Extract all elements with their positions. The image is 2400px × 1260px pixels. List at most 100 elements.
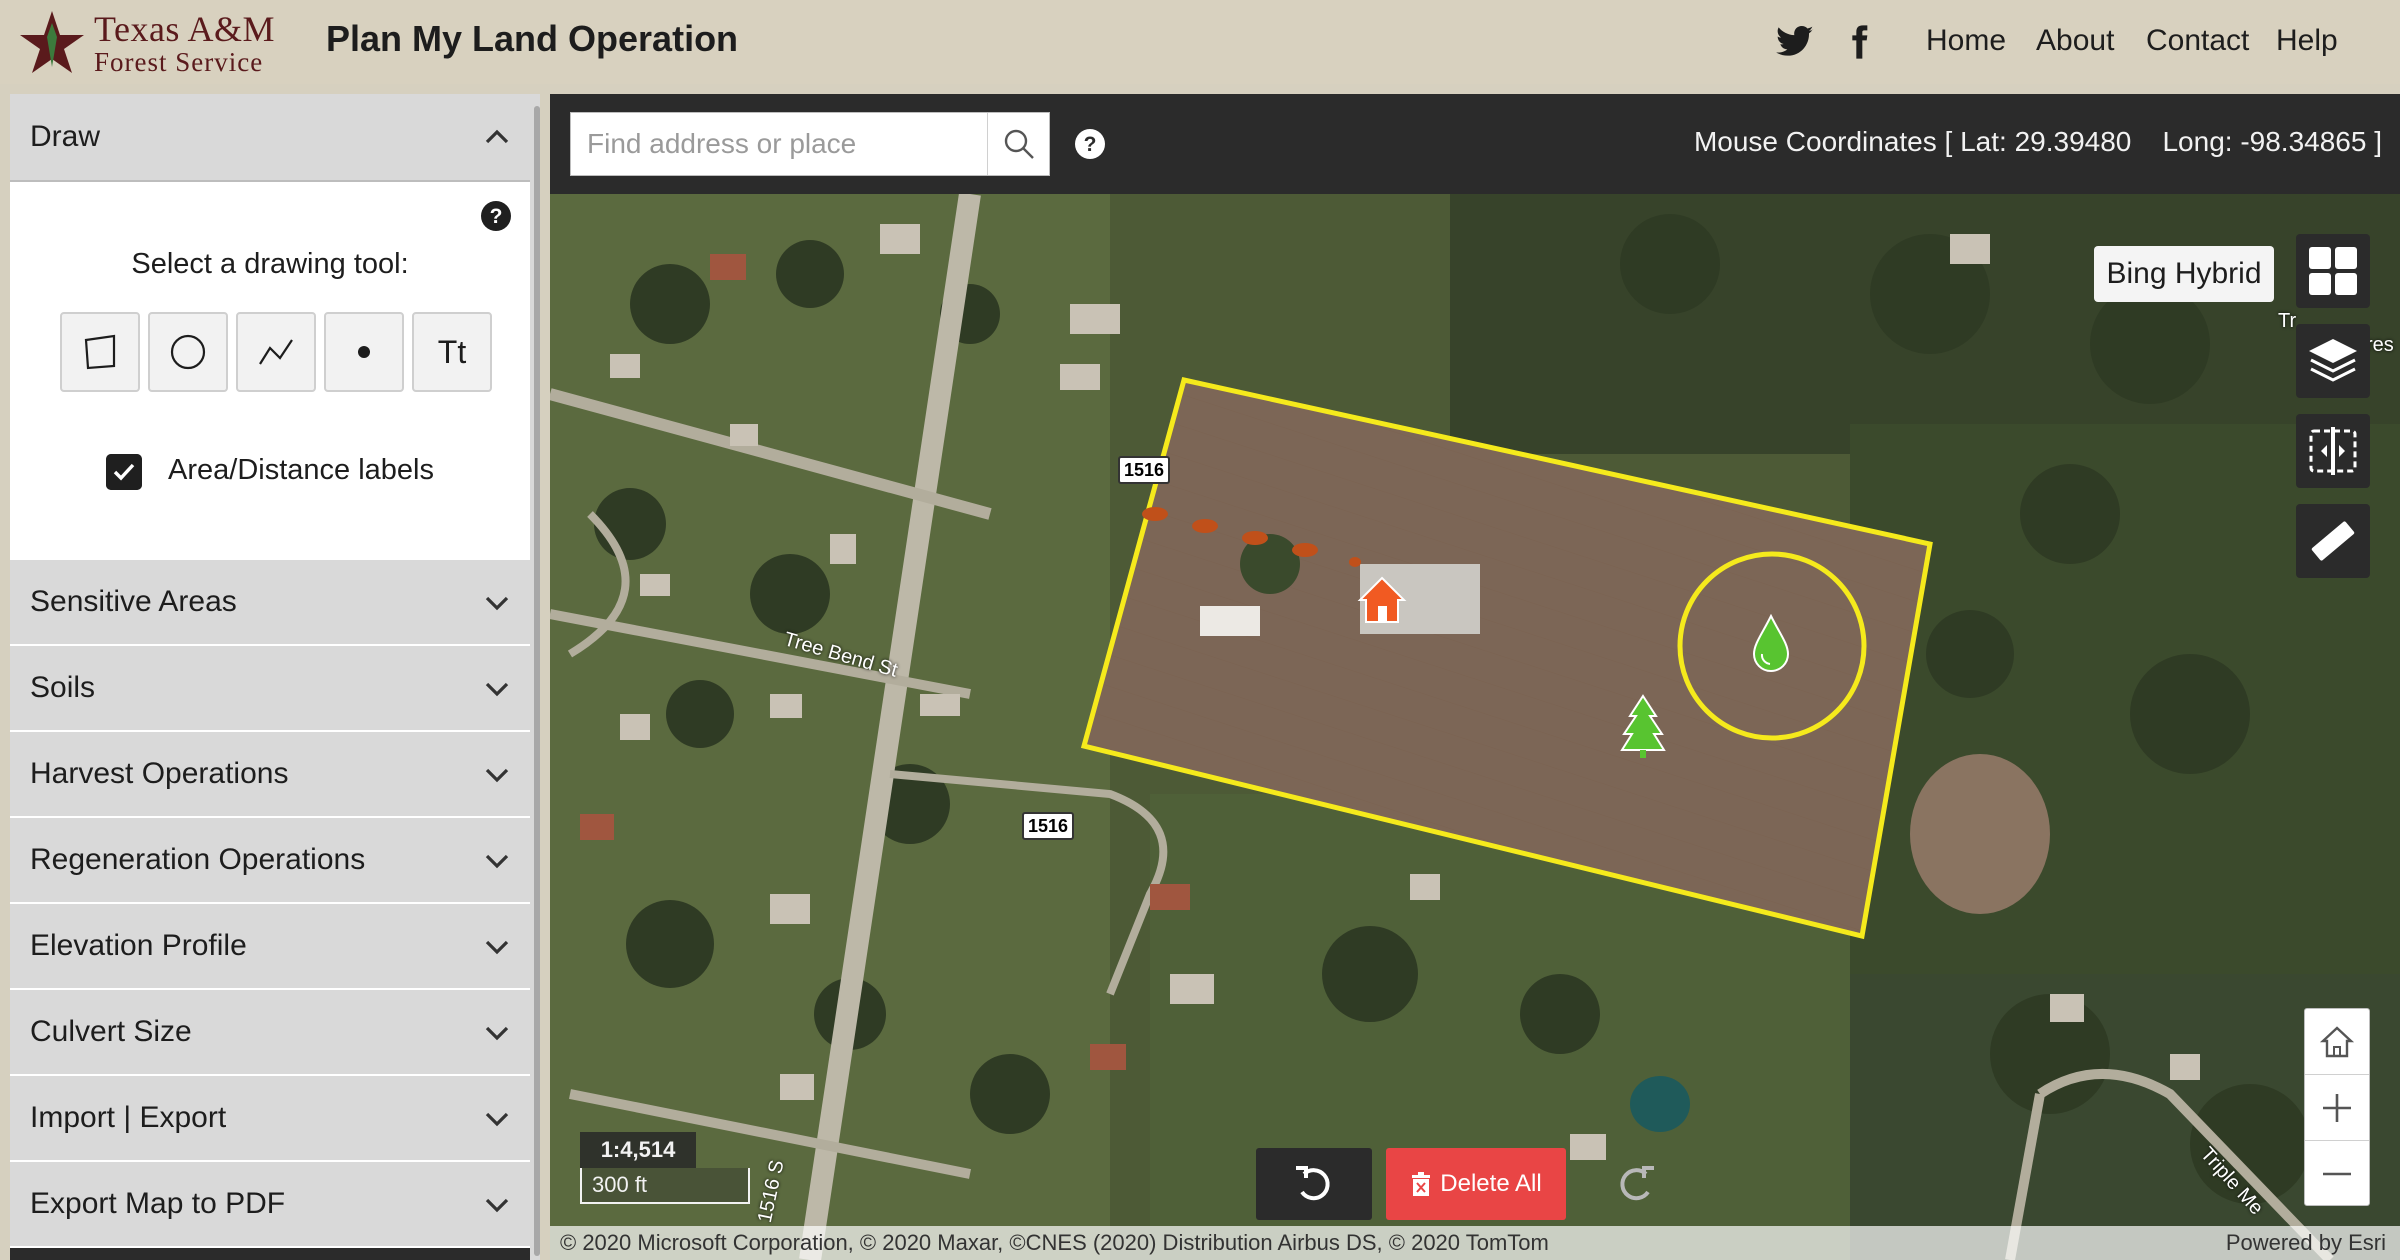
basemap-label: Bing Hybrid <box>2094 246 2274 302</box>
sidebar-footer-bar <box>10 1248 530 1260</box>
chevron-down-icon <box>485 1026 509 1041</box>
home-icon <box>2319 1025 2355 1057</box>
tree-icon[interactable] <box>1620 694 1666 760</box>
street-label: res <box>2366 334 2394 356</box>
mouse-coordinates: Mouse Coordinates [ Lat: 29.39480 Long: … <box>1693 126 2382 157</box>
polyline-icon <box>259 339 293 365</box>
trash-icon <box>1412 1172 1431 1196</box>
chevron-down-icon <box>485 940 509 955</box>
accordion-export-map-to-pdf[interactable]: Export Map to PDF <box>10 1162 530 1248</box>
accordion-soils[interactable]: Soils <box>10 646 530 732</box>
twitter-icon[interactable] <box>1774 22 1816 62</box>
accordion-regeneration-operations[interactable]: Regeneration Operations <box>10 818 530 904</box>
grid-icon <box>2309 247 2357 295</box>
circle-icon <box>170 334 206 370</box>
delete-all-label: Delete All <box>1440 1170 1542 1197</box>
sidebar-scrollbar[interactable] <box>534 106 540 1256</box>
chevron-down-icon <box>485 682 509 697</box>
help-icon[interactable]: ? <box>480 200 512 232</box>
point-tool-button[interactable] <box>324 312 404 392</box>
area-distance-labels-checkbox[interactable] <box>106 454 142 490</box>
road-shield: 1516 <box>1022 812 1074 840</box>
minus-icon <box>2323 1172 2351 1176</box>
accordion-label: Harvest Operations <box>30 757 289 790</box>
star-icon <box>20 11 84 73</box>
polygon-tool-button[interactable] <box>60 312 140 392</box>
nav-home-link[interactable]: Home <box>1926 24 2006 58</box>
redo-icon <box>1620 1166 1654 1201</box>
nav-help-link[interactable]: Help <box>2276 24 2338 58</box>
ruler-icon <box>2311 521 2355 561</box>
search-icon <box>1004 129 1034 159</box>
zoom-controls <box>2304 1008 2370 1206</box>
nav-about-link[interactable]: About <box>2036 24 2114 58</box>
text-tool-button[interactable]: Tt <box>412 312 492 392</box>
accordion-label: Soils <box>30 671 96 704</box>
attribution-bar: © 2020 Microsoft Corporation, © 2020 Max… <box>550 1226 2400 1260</box>
accordion-sensitive-areas[interactable]: Sensitive Areas <box>10 560 530 646</box>
logo-line-2: Forest Service <box>94 46 264 77</box>
swipe-icon <box>2309 427 2357 475</box>
redo-button <box>1584 1148 1688 1220</box>
layers-button[interactable] <box>2296 324 2370 398</box>
accordion-label: Sensitive Areas <box>30 585 237 618</box>
chevron-down-icon <box>485 596 509 611</box>
zoom-in-button[interactable] <box>2305 1075 2369 1141</box>
water-drop-icon[interactable] <box>1750 614 1792 674</box>
accordion-elevation-profile[interactable]: Elevation Profile <box>10 904 530 990</box>
chevron-down-icon <box>485 1112 509 1127</box>
search-button[interactable] <box>987 113 1049 175</box>
search-input[interactable] <box>571 113 987 175</box>
chevron-down-icon <box>485 768 509 783</box>
area-distance-labels-label[interactable]: Area/Distance labels <box>168 454 434 487</box>
accordion-culvert-size[interactable]: Culvert Size <box>10 990 530 1076</box>
undo-button[interactable] <box>1256 1148 1372 1220</box>
accordion-label: Culvert Size <box>30 1015 192 1048</box>
circle-tool-button[interactable] <box>148 312 228 392</box>
accordion-label: Regeneration Operations <box>30 843 366 876</box>
polygon-icon <box>84 334 116 370</box>
house-icon[interactable] <box>1356 574 1408 626</box>
powered-by-esri[interactable]: Powered by Esri <box>2226 1230 2386 1256</box>
tools-sidebar: Draw ? Select a drawing tool: Tt Area/Di… <box>10 94 540 1260</box>
measure-button[interactable] <box>2296 504 2370 578</box>
street-label: Tr <box>2278 310 2297 332</box>
attribution-text: © 2020 Microsoft Corporation, © 2020 Max… <box>560 1230 1549 1255</box>
chevron-up-icon <box>485 129 509 144</box>
svg-text:?: ? <box>1084 133 1097 156</box>
point-icon <box>358 346 370 358</box>
map-toolbar: ? Mouse Coordinates [ Lat: 29.39480 Long… <box>550 94 2400 194</box>
chevron-down-icon <box>485 1198 509 1213</box>
scalebar: 300 ft <box>580 1168 750 1204</box>
map-view[interactable]: 1516 1516 Tree Bend St 1516 S Triple Me … <box>550 94 2400 1260</box>
basemap-gallery-button[interactable] <box>2296 234 2370 308</box>
accordion-import-export[interactable]: Import | Export <box>10 1076 530 1162</box>
accordion-harvest-operations[interactable]: Harvest Operations <box>10 732 530 818</box>
undo-icon <box>1296 1166 1330 1201</box>
delete-all-button[interactable]: Delete All <box>1386 1148 1566 1220</box>
header: Texas A&M Forest Service Plan My Land Op… <box>0 0 2400 84</box>
texas-am-forest-service-logo[interactable]: Texas A&M Forest Service <box>18 8 275 78</box>
text-tool-label: Tt <box>437 333 467 370</box>
chevron-down-icon <box>485 854 509 869</box>
default-extent-button[interactable] <box>2305 1009 2369 1075</box>
road-shield: 1516 <box>1118 456 1170 484</box>
logo-line-1: Texas A&M <box>94 8 275 49</box>
zoom-out-button[interactable] <box>2305 1141 2369 1207</box>
swipe-compare-button[interactable] <box>2296 414 2370 488</box>
nav-contact-link[interactable]: Contact <box>2146 24 2249 58</box>
polyline-tool-button[interactable] <box>236 312 316 392</box>
search-box <box>570 112 1050 176</box>
accordion-draw-label: Draw <box>30 120 101 153</box>
app-title: Plan My Land Operation <box>326 18 739 59</box>
help-icon[interactable]: ? <box>1074 128 1106 160</box>
facebook-icon[interactable] <box>1838 22 1880 62</box>
map-scale: 1:4,514 <box>580 1132 696 1168</box>
draw-panel: ? Select a drawing tool: Tt Area/Distanc… <box>10 180 530 560</box>
accordion-label: Elevation Profile <box>30 929 247 962</box>
accordion-label: Import | Export <box>30 1101 227 1134</box>
accordion-draw[interactable]: Draw <box>10 94 530 180</box>
accordion-label: Export Map to PDF <box>30 1187 286 1220</box>
draw-prompt: Select a drawing tool: <box>131 248 409 280</box>
svg-text:?: ? <box>490 205 503 228</box>
